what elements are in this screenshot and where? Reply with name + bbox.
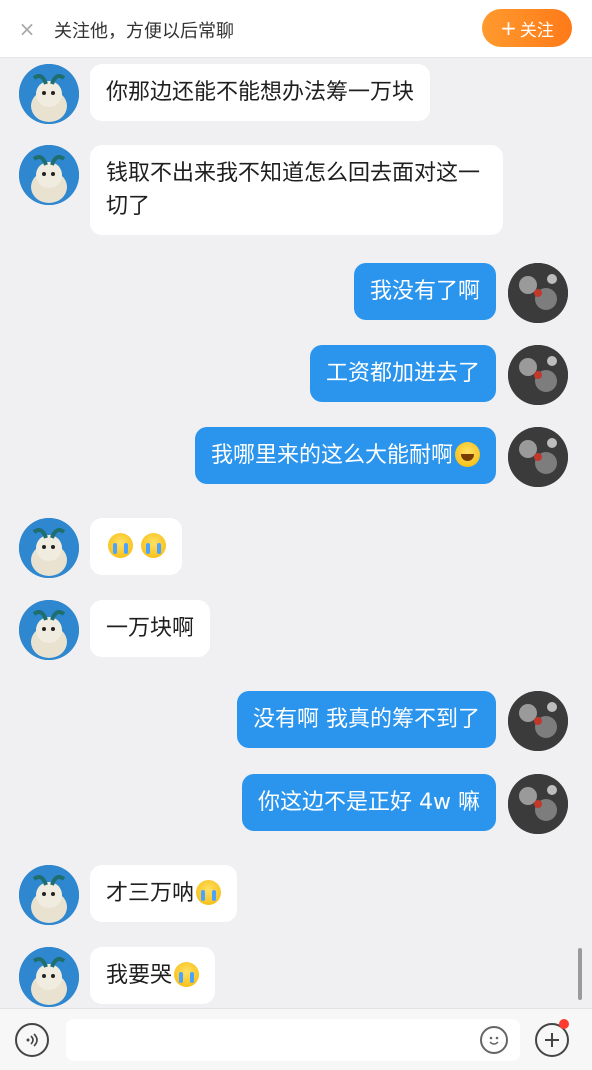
contact-avatar[interactable] [19, 518, 79, 578]
user-avatar[interactable] [508, 263, 568, 323]
notification-dot [559, 1019, 569, 1029]
message-text: 没有啊 我真的筹不到了 [253, 707, 480, 732]
message-text: 一万块啊 [106, 616, 195, 641]
incoming-message-bubble[interactable] [90, 518, 182, 575]
contact-avatar[interactable] [19, 145, 79, 205]
incoming-message-bubble[interactable]: 钱取不出来我不知道怎么回去面对这一切了 [90, 145, 503, 235]
cry-emoji-icon [108, 533, 133, 558]
user-avatar[interactable] [508, 774, 568, 834]
laugh-emoji-icon [455, 442, 480, 467]
contact-avatar[interactable] [19, 947, 79, 1007]
user-avatar[interactable] [508, 345, 568, 405]
sob-emoji-icon [174, 962, 200, 987]
contact-avatar[interactable] [19, 865, 79, 925]
follow-button-label: 关注 [519, 20, 554, 41]
voice-icon[interactable] [15, 1023, 49, 1057]
outgoing-message-bubble[interactable]: 我没有了啊 [353, 263, 496, 320]
plus-icon: + [500, 16, 517, 40]
user-avatar[interactable] [508, 427, 568, 487]
message-text: 我没有了啊 [369, 279, 480, 304]
message-text: 我哪里来的这么大能耐啊 [210, 443, 453, 468]
incoming-message-bubble[interactable]: 才三万呐 [90, 865, 238, 922]
outgoing-message-bubble[interactable]: 工资都加进去了 [309, 345, 496, 402]
message-input[interactable] [66, 1019, 520, 1061]
follow-button[interactable]: + 关注 [482, 9, 572, 47]
follow-prompt-text: 关注他，方便以后常聊 [54, 21, 234, 42]
close-icon[interactable]: × [16, 18, 38, 40]
contact-avatar[interactable] [19, 600, 79, 660]
follow-banner: × 关注他，方便以后常聊 + 关注 [0, 0, 592, 58]
outgoing-message-bubble[interactable]: 你这边不是正好 4w 嘛 [242, 774, 496, 831]
incoming-message-bubble[interactable]: 你那边还能不能想办法筹一万块 [90, 64, 431, 121]
message-text: 你那边还能不能想办法筹一万块 [106, 80, 415, 105]
message-text: 我要哭 [106, 963, 173, 988]
user-avatar[interactable] [508, 691, 568, 751]
emoji-icon[interactable] [480, 1026, 508, 1054]
message-text: 才三万呐 [106, 881, 195, 906]
chat-scrollbar[interactable] [578, 948, 582, 1000]
message-text: 钱取不出来我不知道怎么回去面对这一切了 [106, 161, 481, 219]
incoming-message-bubble[interactable]: 我要哭 [90, 947, 216, 1004]
incoming-message-bubble[interactable]: 一万块啊 [90, 600, 211, 657]
message-text: 工资都加进去了 [325, 361, 480, 386]
cry-emoji-icon [196, 880, 222, 905]
outgoing-message-bubble[interactable]: 我哪里来的这么大能耐啊 [194, 427, 496, 484]
message-input-bar [0, 1008, 592, 1070]
contact-avatar[interactable] [19, 64, 79, 124]
cry-emoji-icon [141, 533, 166, 558]
outgoing-message-bubble[interactable]: 没有啊 我真的筹不到了 [237, 691, 496, 748]
message-text: 你这边不是正好 4w 嘛 [258, 790, 480, 815]
chat-message-list[interactable]: 你那边还能不能想办法筹一万块 钱取不出来我不知道怎么回去面对这一切了 我没有了啊 [0, 58, 592, 1008]
